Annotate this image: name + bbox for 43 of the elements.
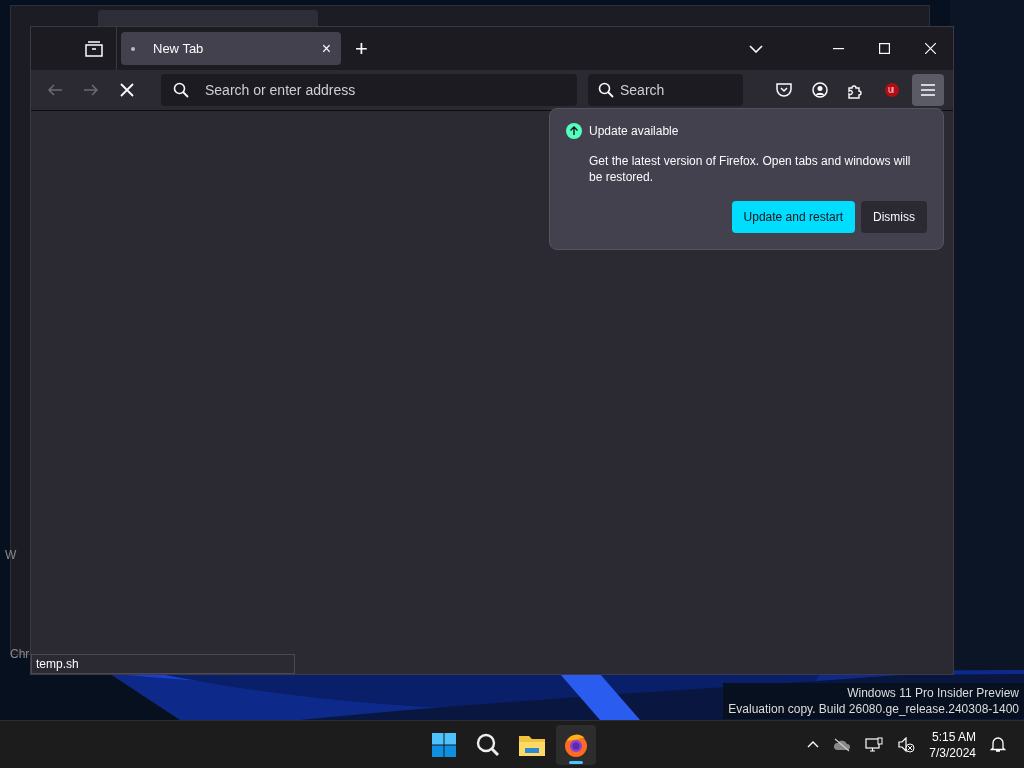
menu-icon [921,84,935,96]
search-placeholder: Search [620,82,665,98]
desktop-notice: Evaluation copy. Build 26080.ge_release.240308-1400 [728,701,1019,717]
tabs-icon[interactable] [85,40,103,57]
account-icon[interactable] [812,82,828,98]
chevron-up-icon[interactable] [807,741,820,748]
search-icon [476,732,500,757]
firefox-button[interactable] [556,724,596,765]
shield-extension-icon[interactable] [884,82,900,98]
status-text: temp.sh [31,654,295,674]
cloud-off-icon[interactable] [833,737,852,752]
browser-tab[interactable]: New Tab × [121,32,341,65]
desktop-notice: Windows 11 Pro Insider Preview [847,685,1019,701]
clock-date[interactable]: 7/3/2024 [929,744,976,761]
search-icon [173,82,189,98]
stop-icon[interactable] [120,83,134,97]
back-arrow-icon[interactable] [47,82,63,98]
muted-speaker-icon[interactable] [897,736,916,753]
address-placeholder: Search or enter address [205,82,356,98]
address-field[interactable]: Search or enter address [161,74,577,106]
minimize-icon[interactable] [832,47,844,50]
window-text: W [5,548,17,562]
pocket-icon[interactable] [776,82,792,98]
up-arrow-icon [566,123,582,139]
windows-logo-icon [432,732,456,757]
forward-arrow-icon[interactable] [83,82,99,98]
chevron-down-icon[interactable] [749,44,763,53]
dismiss-button[interactable]: Dismiss [861,201,927,233]
close-icon[interactable] [924,43,936,54]
new-tab-button[interactable]: + [355,35,368,62]
window-text: Chr [10,647,30,661]
search-icon [598,82,614,98]
update-button[interactable]: Update and restart [731,201,855,233]
maximize-icon[interactable] [878,43,890,54]
menu-button[interactable] [912,74,944,106]
search-field[interactable]: Search [588,74,743,106]
folder-icon [519,733,545,756]
close-tab-icon[interactable]: × [321,39,331,58]
popup-title: Update available [589,124,679,138]
popup-message: Get the latest version of Firefox. Open tabs and windows will be restored. [589,153,912,185]
network-icon[interactable] [865,736,884,753]
bell-icon[interactable] [990,736,1006,753]
clock-time[interactable]: 5:15 AM [931,728,976,745]
